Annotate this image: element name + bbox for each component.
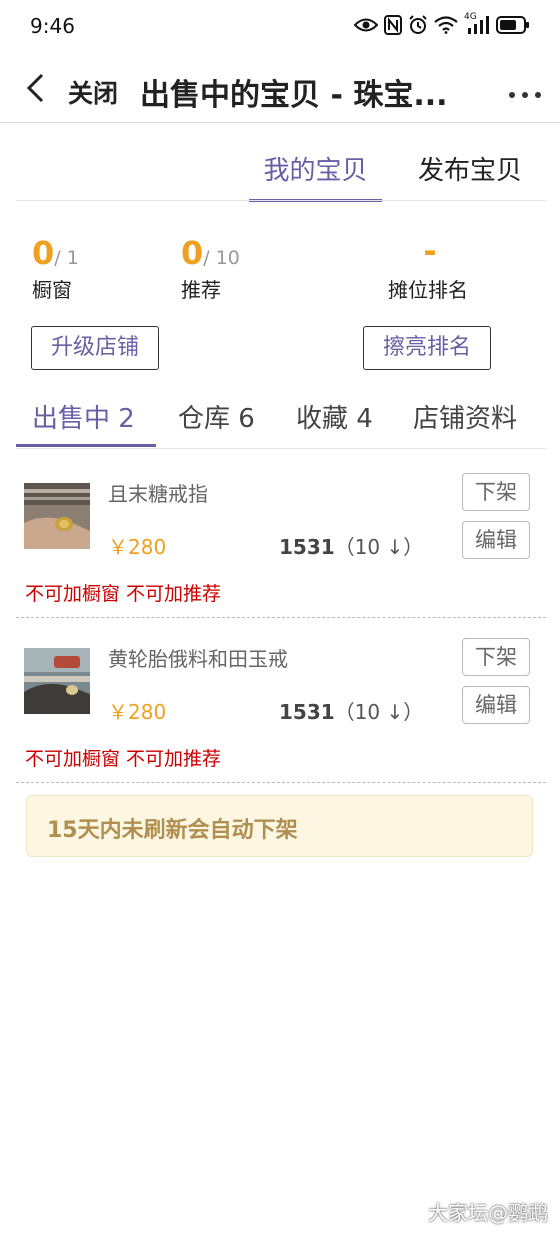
tab-shop-info[interactable]: 店铺资料 xyxy=(413,398,517,435)
watermark: 大家坛@鹦鹉 xyxy=(428,1201,548,1225)
auto-delist-notice: 15天内未刷新会自动下架 xyxy=(26,795,533,857)
eye-icon xyxy=(353,17,379,37)
stat-rank-label: 摊位排名 xyxy=(388,278,468,302)
upgrade-shop-button[interactable]: 升级店铺 xyxy=(31,326,159,370)
item-tabs-divider xyxy=(16,448,546,449)
product-warning: 不可加橱窗 不可加推荐 xyxy=(25,583,222,605)
tab-my-items[interactable]: 我的宝贝 xyxy=(249,150,382,202)
row-divider xyxy=(16,782,546,783)
stat-showcase-value: 0 xyxy=(32,234,55,272)
tab-on-sale[interactable]: 出售中 2 xyxy=(32,398,135,435)
product-warning: 不可加橱窗 不可加推荐 xyxy=(25,748,222,770)
close-button[interactable]: 关闭 xyxy=(68,74,118,110)
product-rank: （10 ↓） xyxy=(334,700,424,724)
stat-recommend-total: / 10 xyxy=(203,247,240,269)
polish-rank-button[interactable]: 擦亮排名 xyxy=(363,326,491,370)
delist-button[interactable]: 下架 xyxy=(462,473,530,511)
product-rank: （10 ↓） xyxy=(334,535,424,559)
more-options-icon[interactable] xyxy=(508,84,542,98)
stat-recommend-value: 0 xyxy=(181,234,204,272)
status-icons: 4G xyxy=(353,12,530,39)
tab-favorites[interactable]: 收藏 4 xyxy=(296,398,373,435)
network-type-label: 4G xyxy=(464,12,477,22)
product-view-count: 1531 xyxy=(279,535,335,559)
stat-recommend: 0/ 10 xyxy=(181,234,240,272)
product-stats: 1531（10 ↓） xyxy=(279,696,423,725)
stat-showcase-total: / 1 xyxy=(54,247,79,269)
row-divider xyxy=(16,617,546,618)
product-stats: 1531（10 ↓） xyxy=(279,531,423,560)
product-price: ￥280 xyxy=(108,535,167,559)
product-name[interactable]: 黄轮胎俄料和田玉戒 xyxy=(108,643,288,672)
product-price: ￥280 xyxy=(108,700,167,724)
stat-recommend-label: 推荐 xyxy=(181,278,221,302)
edit-button[interactable]: 编辑 xyxy=(462,686,530,724)
alarm-icon xyxy=(408,15,428,39)
battery-icon xyxy=(496,16,530,38)
signal-icon: 4G xyxy=(464,12,490,38)
tab-warehouse[interactable]: 仓库 6 xyxy=(178,398,255,435)
stat-rank-value: - xyxy=(423,232,437,270)
stat-showcase: 0/ 1 xyxy=(32,234,79,272)
active-tab-indicator xyxy=(16,444,156,447)
product-thumbnail[interactable] xyxy=(24,483,90,549)
back-arrow-icon[interactable] xyxy=(22,72,50,104)
stat-showcase-label: 橱窗 xyxy=(32,278,72,302)
delist-button[interactable]: 下架 xyxy=(462,638,530,676)
tab-publish-item[interactable]: 发布宝贝 xyxy=(405,150,535,187)
page-title: 出售中的宝贝 - 珠宝... xyxy=(140,78,448,113)
product-thumbnail[interactable] xyxy=(24,648,90,714)
status-time: 9:46 xyxy=(30,14,75,38)
notice-text: 15天内未刷新会自动下架 xyxy=(47,818,298,843)
edit-button[interactable]: 编辑 xyxy=(462,521,530,559)
product-name[interactable]: 且末糖戒指 xyxy=(108,478,208,507)
header-bar: 关闭 出售中的宝贝 - 珠宝... xyxy=(0,54,560,123)
tabs-divider xyxy=(16,200,546,201)
product-view-count: 1531 xyxy=(279,700,335,724)
nfc-icon xyxy=(384,15,402,39)
status-bar: 9:46 4G xyxy=(0,0,560,54)
wifi-icon xyxy=(434,16,458,38)
